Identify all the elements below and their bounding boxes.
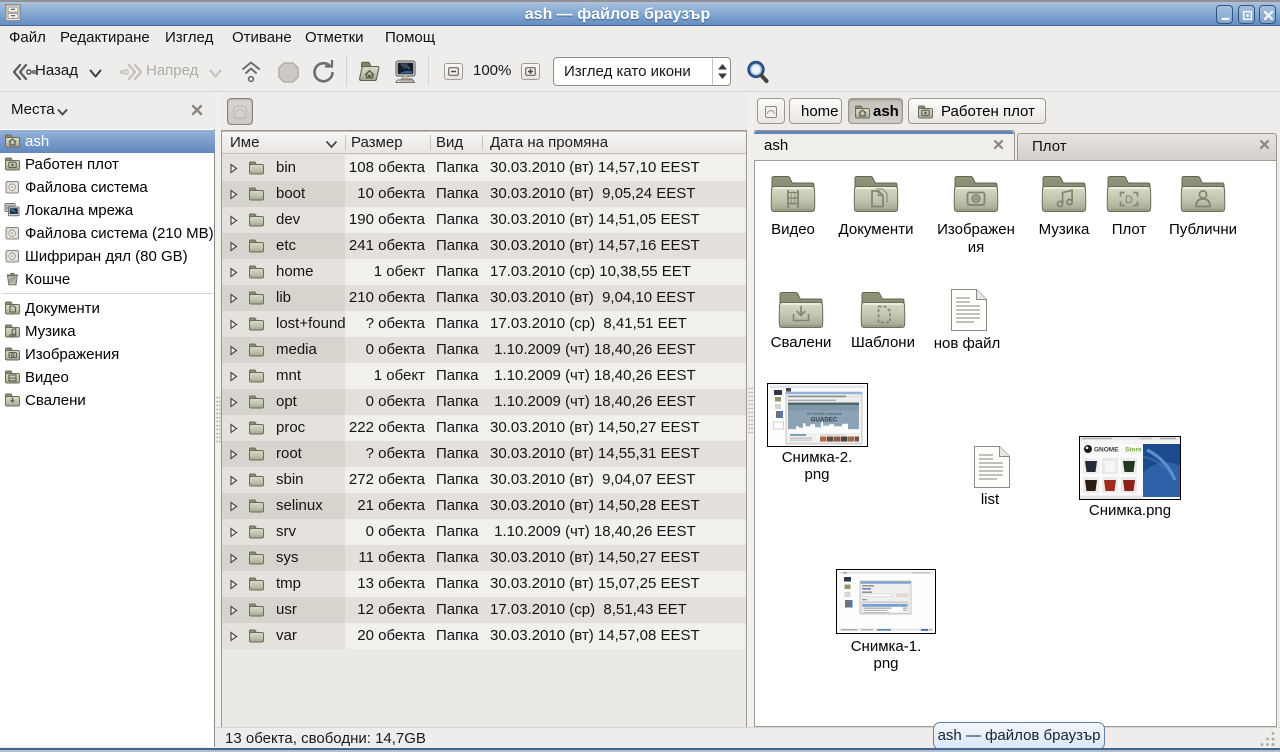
svg-text:GNOME: GNOME xyxy=(1094,447,1119,454)
svg-text:Store: Store xyxy=(1125,447,1142,454)
svg-text:The GNOME conference: The GNOME conference xyxy=(806,412,841,416)
